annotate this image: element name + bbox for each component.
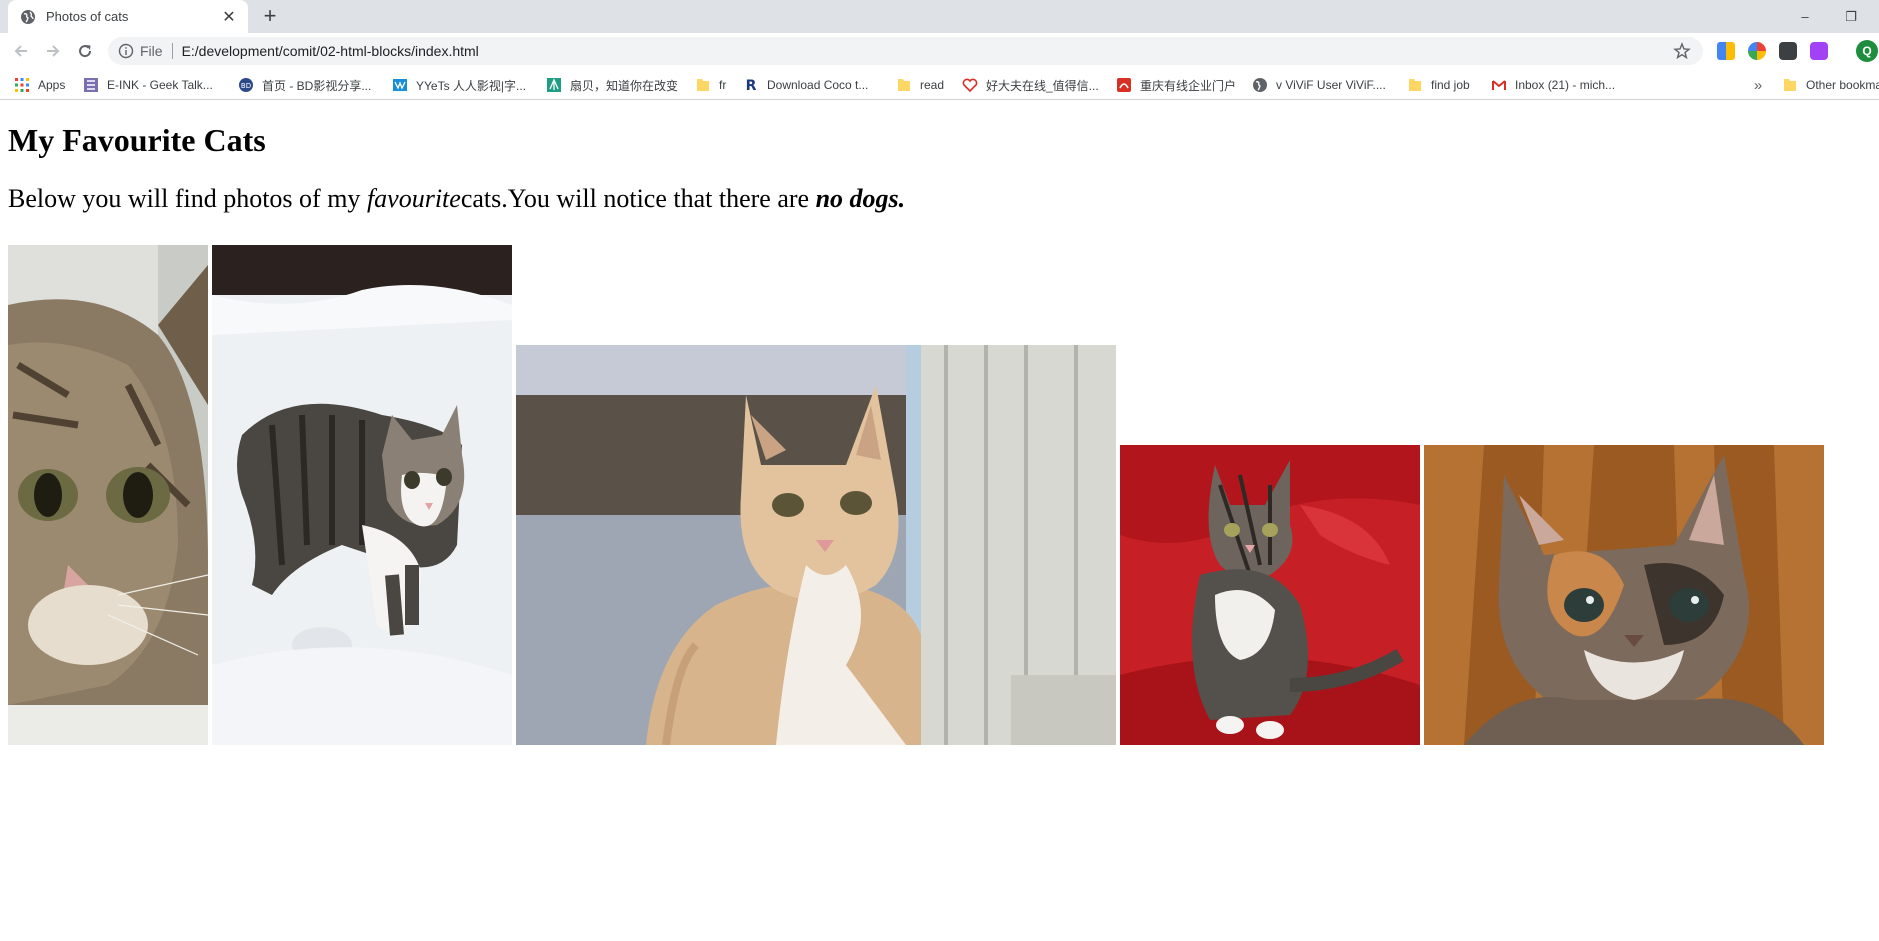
bookmark-yyets[interactable]: YYeTs 人人影视|字...: [392, 75, 526, 95]
bookmark-label: 好大夫在线_值得信...: [986, 78, 1099, 93]
intro-paragraph: Below you will find photos of my favouri…: [8, 184, 905, 214]
bd-icon: BD: [239, 78, 253, 92]
yyets-icon: [393, 79, 407, 91]
tab-title: Photos of cats: [46, 9, 129, 24]
gmail-icon: [1492, 80, 1506, 90]
info-icon[interactable]: [118, 43, 134, 59]
cat-photo-kitten-on-red-chair: [1120, 445, 1420, 745]
bookmark-label: v ViViF User ViViF....: [1276, 78, 1386, 92]
bookmark-label: Apps: [38, 78, 66, 92]
reload-button[interactable]: [72, 38, 98, 64]
bookmark-bd[interactable]: BD 首页 - BD影视分享...: [238, 75, 371, 95]
shanbay-icon: [547, 78, 561, 92]
ginger-cat-image: [516, 345, 1116, 745]
svg-text:R: R: [746, 78, 757, 93]
bookmark-haodf[interactable]: 好大夫在线_值得信...: [962, 75, 1099, 95]
bookmark-cq-cable[interactable]: 重庆有线企业门户: [1116, 75, 1236, 95]
apps-grid-icon: [15, 78, 29, 92]
bookmark-folder-find-job[interactable]: find job: [1407, 75, 1470, 95]
bookmark-folder-read[interactable]: read: [896, 75, 944, 95]
tab-photos-of-cats[interactable]: Photos of cats ✕: [8, 0, 248, 33]
back-arrow-icon: [14, 45, 27, 57]
bookmark-label: Download Coco t...: [767, 78, 869, 92]
page-title: My Favourite Cats: [8, 122, 266, 158]
extension-puzzle-icon[interactable]: [1810, 42, 1828, 60]
profile-avatar[interactable]: Q: [1856, 40, 1878, 62]
bookmark-star-icon[interactable]: [1673, 42, 1691, 60]
extension-chrome-icon[interactable]: [1748, 42, 1766, 60]
url-text[interactable]: E:/development/comit/02-html-blocks/inde…: [182, 43, 479, 59]
address-bar[interactable]: File E:/development/comit/02-html-blocks…: [108, 37, 1703, 65]
restore-button[interactable]: ❐: [1828, 0, 1874, 33]
intro-text-start: Below you will find photos of my: [8, 184, 367, 213]
forward-button[interactable]: [40, 38, 66, 64]
intro-strong: no dogs.: [815, 184, 906, 213]
intro-emphasis: favourite: [366, 184, 461, 213]
minimize-button[interactable]: –: [1782, 0, 1828, 33]
bookmark-label: Other bookmarks: [1806, 78, 1879, 92]
url-scheme: File: [140, 43, 163, 59]
page-content: My Favourite Cats Below you will find ph…: [0, 101, 1879, 941]
bookmark-label: fr: [719, 78, 727, 92]
reload-icon: [79, 45, 92, 58]
back-button[interactable]: [8, 38, 34, 64]
snow-kitten-image: [212, 245, 512, 745]
r-icon: R: [746, 78, 757, 93]
bookmarks-overflow-button[interactable]: »: [1749, 75, 1767, 95]
bookmark-gmail-inbox[interactable]: Inbox (21) - mich...: [1491, 75, 1615, 95]
globe-icon: [1253, 78, 1267, 92]
address-divider: [171, 43, 173, 59]
folder-icon: [898, 79, 910, 91]
red-chair-kitten-image: [1120, 445, 1420, 745]
cat-photo-kitten-in-snow: [212, 245, 512, 745]
browser-toolbar: File E:/development/comit/02-html-blocks…: [0, 33, 1879, 69]
extension-gamepad-icon[interactable]: [1779, 42, 1797, 60]
bookmark-label: Inbox (21) - mich...: [1515, 78, 1616, 92]
bookmark-label: YYeTs 人人影视|字...: [416, 78, 527, 93]
bookmark-eink[interactable]: E-INK - Geek Talk...: [83, 75, 213, 95]
folder-icon: [1409, 79, 1421, 91]
new-tab-button[interactable]: +: [258, 3, 282, 28]
svg-text:BD: BD: [241, 82, 251, 90]
bookmark-folder-fr[interactable]: fr: [695, 75, 726, 95]
bookmark-other-bookmarks[interactable]: Other bookmarks: [1782, 75, 1879, 95]
bookmark-label: read: [920, 78, 945, 92]
intro-text-middle: cats.You will notice that there are: [460, 184, 816, 213]
bookmark-label: 扇贝，知道你在改变: [570, 78, 679, 93]
bookmarks-bar: Apps E-INK - Geek Talk... BD 首页 - BD影视分享…: [0, 69, 1879, 100]
folder-icon: [697, 79, 709, 91]
eink-icon: [84, 78, 98, 92]
bookmark-shanbay[interactable]: 扇贝，知道你在改变: [546, 75, 678, 95]
folder-icon: [1784, 79, 1796, 91]
forward-arrow-icon: [47, 45, 60, 57]
bookmark-label: 首页 - BD影视分享...: [262, 78, 372, 93]
bookmark-vivif[interactable]: v ViViF User ViViF....: [1252, 75, 1386, 95]
tab-strip: Photos of cats ✕ + – ❐: [0, 0, 1879, 33]
bookmark-download-coco[interactable]: R Download Coco t...: [743, 75, 869, 95]
cat-photo-calico-kitten: [1424, 445, 1824, 745]
globe-icon: [21, 9, 35, 24]
heart-icon: [962, 78, 978, 93]
cat-photo-tabby-kitten-closeup: [8, 245, 208, 745]
cq-icon: [1117, 78, 1131, 92]
extension-office-icon[interactable]: [1717, 42, 1735, 60]
bookmark-label: 重庆有线企业门户: [1140, 78, 1237, 93]
bookmark-label: E-INK - Geek Talk...: [107, 78, 213, 92]
calico-kitten-image: [1424, 445, 1824, 745]
cat-photo-ginger-cat-by-post: [516, 345, 1116, 745]
bookmark-apps[interactable]: Apps: [14, 75, 65, 95]
tabby-kitten-image: [8, 245, 208, 745]
bookmark-label: find job: [1431, 78, 1470, 92]
close-tab-icon[interactable]: ✕: [220, 8, 238, 26]
